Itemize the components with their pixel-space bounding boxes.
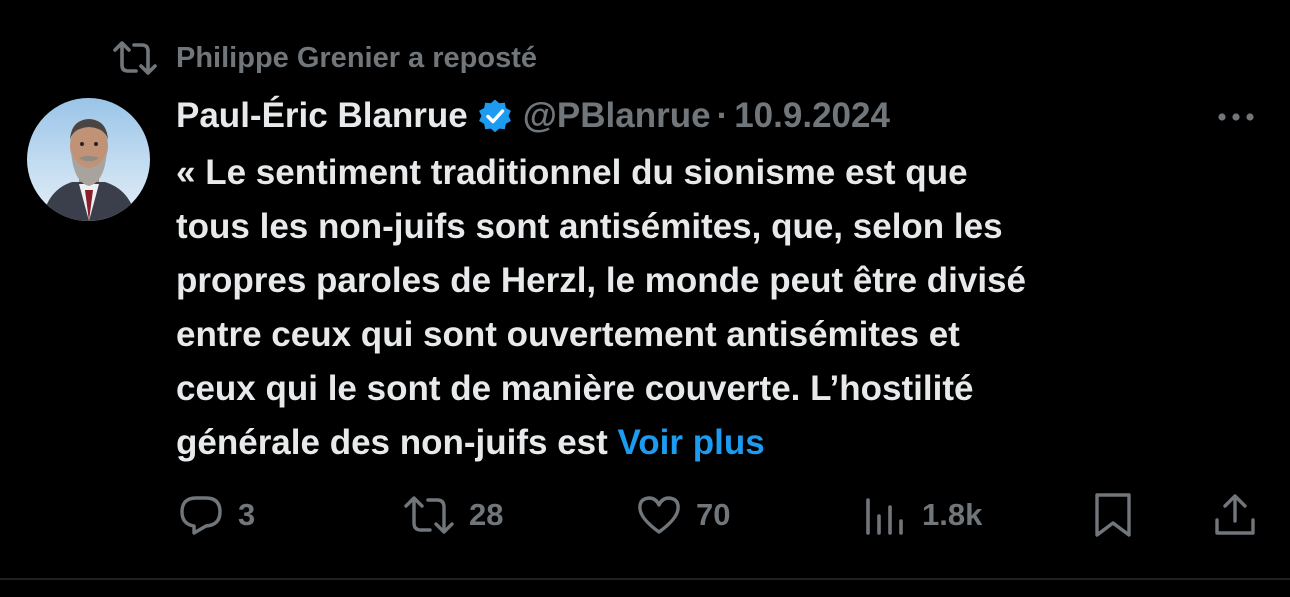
- tweet-text-line: « Le sentiment traditionnel du sionisme …: [176, 153, 968, 192]
- tweet-text-line: propres paroles de Herzl, le monde peut …: [176, 261, 1026, 300]
- repost-icon: [112, 38, 158, 78]
- like-button[interactable]: 70: [636, 490, 730, 540]
- author-handle[interactable]: @PBlanrue: [523, 96, 711, 136]
- repost-button[interactable]: 28: [403, 490, 503, 540]
- tweet-text: « Le sentiment traditionnel du sionisme …: [176, 146, 1256, 470]
- reply-icon: [178, 494, 224, 536]
- tweet-text-line: générale des non-juifs est: [176, 423, 608, 462]
- see-more-link[interactable]: Voir plus: [618, 423, 765, 462]
- views-icon: [862, 494, 908, 536]
- repost-context[interactable]: Philippe Grenier a reposté: [112, 38, 537, 78]
- reply-button[interactable]: 3: [178, 490, 255, 540]
- divider: [0, 578, 1290, 580]
- repost-context-text: Philippe Grenier a reposté: [176, 41, 537, 74]
- share-icon: [1213, 493, 1257, 537]
- heart-icon: [636, 494, 682, 536]
- tweet-text-line: ceux qui le sont de manière couverte. L’…: [176, 369, 974, 408]
- action-bar: 3 28 70 1.8k: [0, 490, 1290, 540]
- avatar[interactable]: [27, 98, 150, 221]
- bookmark-icon: [1093, 492, 1133, 538]
- tweet-text-line: entre ceux qui sont ouvertement antisémi…: [176, 315, 960, 354]
- tweet-date[interactable]: 10.9.2024: [734, 96, 890, 136]
- bookmark-button[interactable]: [1093, 490, 1133, 540]
- repost-count: 28: [469, 497, 504, 532]
- repost-icon: [403, 496, 455, 534]
- views-count: 1.8k: [922, 497, 983, 532]
- tweet-text-line: tous les non-juifs sont antisémites, que…: [176, 207, 1003, 246]
- share-button[interactable]: [1213, 490, 1257, 540]
- tweet[interactable]: Philippe Grenier a reposté Paul-Éric Bla…: [0, 0, 1290, 580]
- reply-count: 3: [238, 497, 256, 532]
- tweet-header: Paul-Éric Blanrue @PBlanrue · 10.9.2024: [176, 92, 890, 140]
- more-options-icon[interactable]: [1212, 102, 1260, 132]
- author-display-name[interactable]: Paul-Éric Blanrue: [176, 96, 468, 136]
- like-count: 70: [696, 497, 731, 532]
- views-button[interactable]: 1.8k: [862, 490, 982, 540]
- verified-badge-icon[interactable]: [477, 98, 513, 134]
- tweet-text-last-line: générale des non-juifs est Voir plus: [176, 416, 1256, 470]
- separator-dot: ·: [716, 96, 729, 135]
